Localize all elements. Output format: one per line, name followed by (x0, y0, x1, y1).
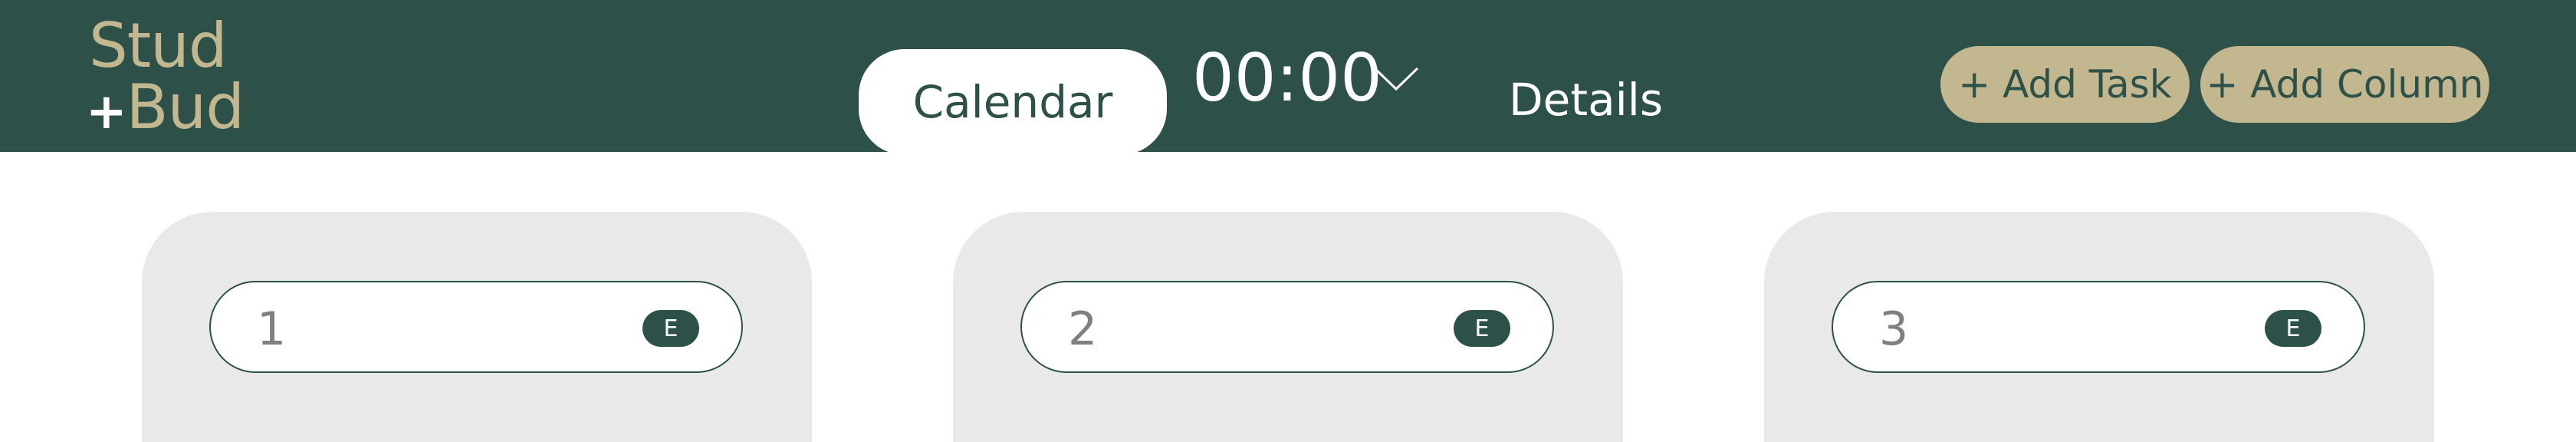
logo-text-top: Stud (89, 10, 228, 81)
add-task-button[interactable]: + Add Task (1940, 46, 2190, 123)
task-name: 1 (257, 302, 287, 356)
timer-display[interactable]: 00:00 (1192, 40, 1382, 117)
task-column: 3 E (1764, 212, 2434, 442)
task-name: 3 (1879, 302, 1909, 356)
tab-calendar[interactable]: Calendar (859, 49, 1167, 155)
task-card[interactable]: 3 E (1832, 281, 2365, 373)
task-card[interactable]: 2 E (1020, 281, 1554, 373)
logo-plus: + (86, 84, 127, 140)
task-column: 2 E (953, 212, 1623, 442)
tab-calendar-label: Calendar (912, 76, 1113, 128)
task-card[interactable]: 1 E (209, 281, 743, 373)
edit-task-button[interactable]: E (1454, 310, 1510, 347)
task-name: 2 (1068, 302, 1098, 356)
add-column-label: + Add Column (2206, 62, 2484, 107)
tab-details[interactable]: Details (1509, 74, 1663, 126)
add-column-button[interactable]: + Add Column (2200, 46, 2489, 123)
logo-bud: Bud (126, 71, 245, 143)
edit-task-button[interactable]: E (642, 310, 699, 347)
chevron-down-icon[interactable] (1372, 66, 1420, 92)
edit-task-button[interactable]: E (2265, 310, 2321, 347)
add-task-label: + Add Task (1958, 62, 2172, 107)
logo-text-bottom: +Bud (86, 77, 245, 140)
top-bar: Stud +Bud Calendar 00:00 Details + Add T… (0, 0, 2576, 155)
task-column: 1 E (142, 212, 812, 442)
